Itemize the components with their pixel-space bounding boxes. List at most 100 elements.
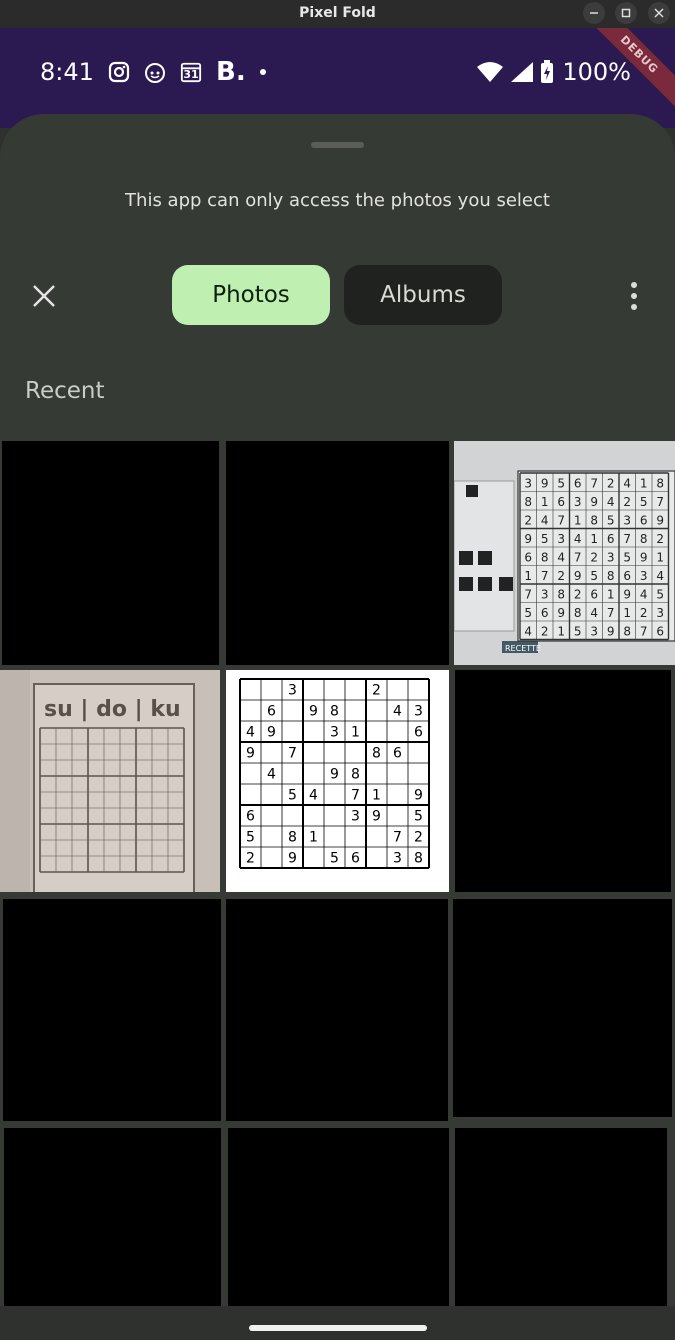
clipping-digit: 3: [590, 624, 598, 638]
clipping-digit: 6: [623, 569, 631, 583]
photo-thumbnail[interactable]: [226, 899, 448, 1121]
clipping-digit: 8: [557, 587, 565, 601]
calendar-icon: 31: [180, 61, 202, 83]
sudoku-digit: 3: [414, 704, 423, 720]
maximize-icon: [621, 8, 631, 18]
sudoku-digit: 3: [393, 851, 402, 867]
sudoku-digit: 6: [246, 809, 255, 825]
clipping-digit: 8: [574, 606, 582, 620]
clipping-digit: 1: [524, 569, 532, 583]
clipping-digit: 1: [557, 624, 565, 638]
clipping-digit: 5: [574, 624, 582, 638]
maximize-button[interactable]: [615, 2, 637, 24]
clipping-digit: 9: [524, 532, 532, 546]
clipping-digit: 4: [590, 606, 598, 620]
tab-albums[interactable]: Albums: [344, 265, 502, 325]
sudoku-digit: 9: [267, 725, 276, 741]
clipping-digit: 6: [590, 587, 598, 601]
photo-thumbnail-crossword[interactable]: RECETTE 39567241881639425724718536995341…: [454, 441, 675, 665]
sudoku-digit: 1: [351, 725, 360, 741]
tab-photos[interactable]: Photos: [172, 265, 330, 325]
clipping-digit: 7: [607, 606, 615, 620]
sudoku-digit: 8: [414, 851, 423, 867]
section-title: Recent: [25, 378, 105, 404]
clipping-digit: 7: [574, 550, 582, 564]
clipping-digit: 4: [640, 587, 648, 601]
window-title: Pixel Fold: [299, 5, 376, 21]
photo-thumbnail[interactable]: [228, 1128, 449, 1308]
clipping-digit: 8: [590, 513, 598, 527]
clipping-digit: 1: [640, 476, 648, 490]
sudoku-digit: 2: [372, 683, 381, 699]
clipping-digit: 2: [640, 606, 648, 620]
sudoku-digit: 3: [288, 683, 297, 699]
clipping-digit: 2: [656, 532, 664, 546]
sudoku-digit: 1: [372, 788, 381, 804]
clipping-digit: 9: [557, 606, 565, 620]
clipping-digit: 5: [541, 532, 549, 546]
clipping-digit: 1: [574, 513, 582, 527]
sudoku-digit: 5: [246, 830, 255, 846]
clipping-digit: 7: [656, 495, 664, 509]
more-notifications-icon: [259, 69, 266, 75]
sudoku-digit: 5: [414, 809, 423, 825]
close-icon: [33, 285, 55, 307]
clipping-digit: 8: [640, 532, 648, 546]
clipping-digit: 4: [574, 532, 582, 546]
home-gesture-handle[interactable]: [249, 1325, 427, 1331]
more-vert-icon: [631, 282, 637, 288]
clipping-digit: 2: [524, 513, 532, 527]
clipping-digit: 6: [524, 550, 532, 564]
clipping-digit: 9: [623, 587, 631, 601]
sudoku-digit: 4: [393, 704, 402, 720]
photo-thumbnail[interactable]: [455, 1128, 667, 1308]
battery-level: 100%: [562, 58, 631, 86]
sudoku-digit: 8: [372, 746, 381, 762]
clipping-digit: 8: [623, 624, 631, 638]
clipping-digit: 9: [590, 495, 598, 509]
clipping-digit: 6: [557, 495, 565, 509]
sudoku-digit: 7: [288, 746, 297, 762]
photo-thumbnail-sudoku-newspaper[interactable]: su | do | ku: [0, 670, 220, 892]
drag-handle[interactable]: [311, 142, 364, 148]
clipping-digit: 1: [607, 587, 615, 601]
sudoku-digit: 6: [267, 704, 276, 720]
clipping-digit: 3: [574, 495, 582, 509]
sudoku-digit: 3: [330, 725, 339, 741]
clipping-digit: 5: [590, 569, 598, 583]
clipping-digit: 4: [524, 624, 532, 638]
clipping-digit: 1: [656, 550, 664, 564]
clipping-digit: 8: [524, 495, 532, 509]
system-status: 100%: [476, 58, 631, 86]
photo-thumbnail-sudoku[interactable]: 326984349316978649854719639558172295638: [226, 670, 449, 892]
photo-thumbnail[interactable]: [4, 1128, 221, 1308]
clipping-digit: 2: [623, 495, 631, 509]
calendar-day: 31: [183, 68, 199, 81]
sudoku-digit: 9: [330, 767, 339, 783]
photo-thumbnail[interactable]: [226, 441, 449, 665]
more-options-button[interactable]: [622, 280, 646, 312]
sudoku-digit: 4: [267, 767, 276, 783]
clipping-digit: 3: [541, 587, 549, 601]
status-time: 8:41: [40, 58, 94, 86]
close-picker-button[interactable]: [28, 280, 60, 312]
photo-thumbnail[interactable]: [455, 670, 671, 892]
clipping-digit: 3: [607, 550, 615, 564]
navigation-bar: [0, 1306, 675, 1340]
clipping-digit: 3: [656, 606, 664, 620]
clipping-digit: 2: [607, 476, 615, 490]
battery-charging-icon: [541, 60, 554, 83]
clipping-digit: 5: [640, 495, 648, 509]
close-window-button[interactable]: [648, 2, 670, 24]
clipping-sudoku: 3 9 5 6 7 2 4 1 88 1 6 3 9 4 2 5 72 4 7 1 8 5 3 6 99 5 3 4 1 6 7 8 26 8 4 7…: [519, 472, 670, 641]
sudoku-digit: 7: [393, 830, 402, 846]
photo-thumbnail[interactable]: [3, 899, 221, 1121]
minimize-button[interactable]: [583, 2, 605, 24]
photo-thumbnail[interactable]: [453, 899, 672, 1117]
sudoku-digit: 9: [288, 851, 297, 867]
clipping-digit: 7: [541, 569, 549, 583]
sudoku-digit: 6: [414, 725, 423, 741]
sudoku-digit: 2: [414, 830, 423, 846]
photo-thumbnail[interactable]: [2, 441, 219, 665]
clipping-digit: 5: [656, 587, 664, 601]
